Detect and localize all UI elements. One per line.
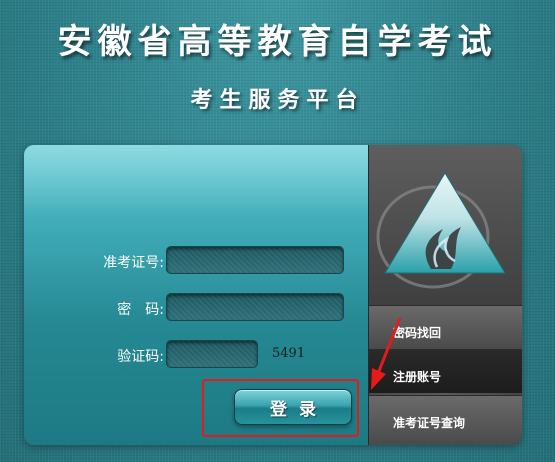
captcha-input[interactable] [166,340,258,368]
exam-id-input[interactable] [166,246,344,274]
password-label: 密 码: [117,302,164,318]
exam-id-label: 准考证号: [103,255,164,271]
password-input[interactable] [166,293,344,321]
side-item-exam-id-lookup[interactable]: 准考证号查询 [369,395,522,445]
logo-area [369,145,522,305]
exam-id-row: 准考证号: [24,246,368,276]
highlight-box [202,379,359,437]
captcha-code[interactable]: 5491 [272,346,305,361]
page-subtitle: 考生服务平台 [190,88,365,113]
password-row: 密 码: [24,293,368,323]
side-menu: 密码找回 注册账号 准考证号查询 [368,145,522,445]
mountain-flame-logo-icon [376,172,506,289]
page-title: 安徽省高等教育自学考试 [57,22,498,62]
captcha-row: 验证码: 5491 [24,340,368,370]
side-item-register[interactable]: 注册账号 [369,349,522,393]
captcha-label: 验证码: [117,349,164,365]
side-item-password-recovery[interactable]: 密码找回 [369,305,522,349]
